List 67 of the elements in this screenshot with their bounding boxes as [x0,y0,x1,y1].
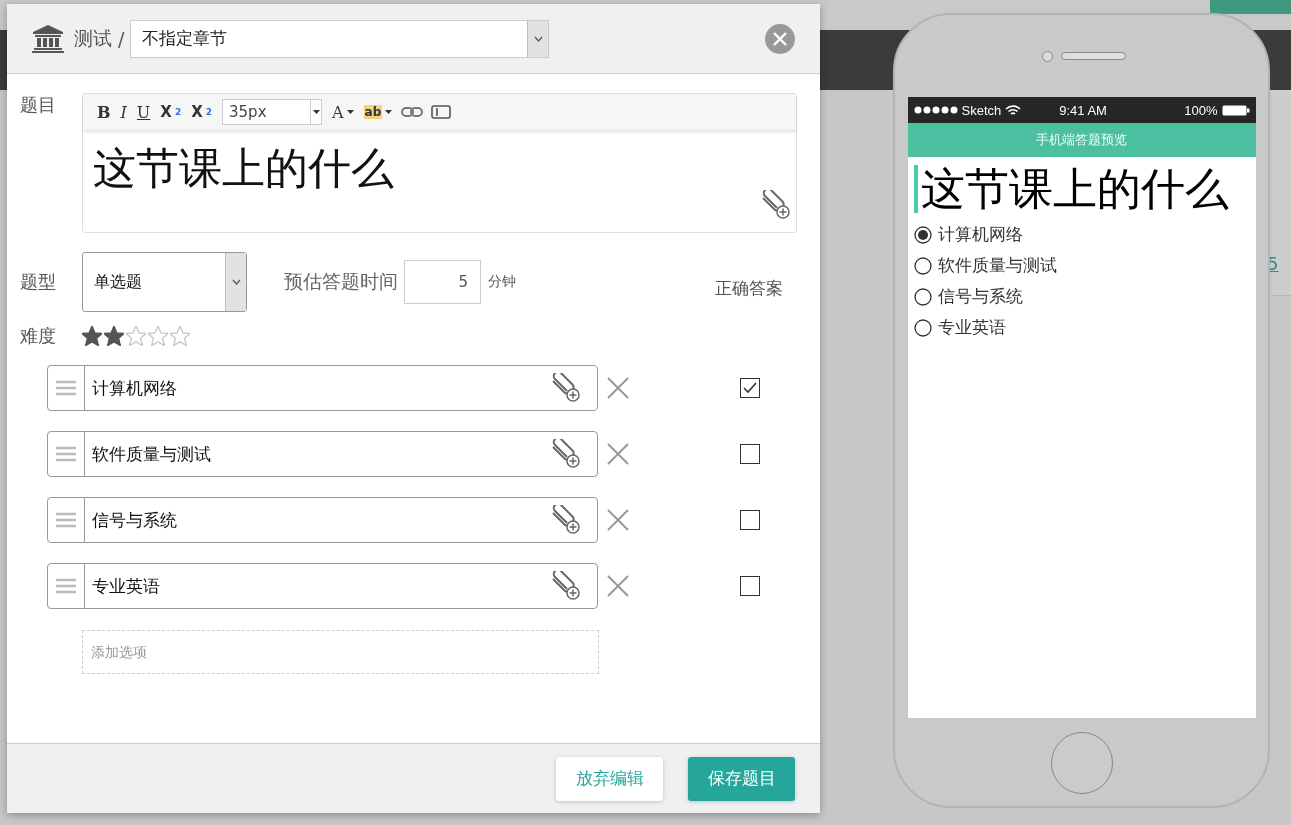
underline-button[interactable]: U [132,99,155,125]
preview-option: 计算机网络 [937,223,1023,247]
wifi-icon [1005,104,1022,116]
link-icon[interactable] [401,106,424,118]
time-input[interactable]: 5 [404,260,481,304]
option-field[interactable]: 专业英语 [47,563,598,609]
superscript-button[interactable]: X$^{2}$ [187,99,217,125]
source-icon[interactable] [431,105,452,119]
correct-checkbox[interactable] [740,576,760,596]
caret-icon [312,110,320,114]
preview-title: 手机端答题预览 [907,123,1256,157]
option-field[interactable]: 信号与系统 [47,497,598,543]
correct-answer-header: 正确答案 [715,276,783,300]
delete-icon[interactable] [606,574,630,598]
star-icon[interactable] [104,326,124,346]
question-text: 这节课上的什么 [93,143,394,193]
radio-button[interactable] [913,287,932,306]
caret-icon [346,110,354,114]
correct-checkbox[interactable] [740,378,760,398]
bold-button[interactable]: B [93,99,115,125]
preview-option: 信号与系统 [937,285,1023,309]
type-select[interactable]: 单选题 [82,252,247,312]
italic-button[interactable]: I [116,99,131,125]
correct-checkbox[interactable] [740,444,760,464]
difficulty-label: 难度 [20,324,57,348]
battery-icon [1221,104,1250,116]
close-icon[interactable] [772,30,788,47]
question-label: 题目 [20,93,57,117]
time-label: 预估答题时间 [284,269,398,294]
breadcrumb-separator: / [118,27,125,50]
time-unit: 分钟 [488,273,516,291]
radio-button[interactable] [913,318,932,337]
camera-icon [1042,50,1053,62]
highlight-button[interactable]: ab [359,99,397,125]
add-option-field[interactable]: 添加选项 [82,630,599,674]
star-icon[interactable] [82,326,102,346]
preview-question: 这节课上的什么 [913,165,1256,214]
chapter-select[interactable]: 不指定章节 [130,19,550,58]
carrier-text: Sketch [961,102,1002,118]
preview-option: 软件质量与测试 [937,254,1057,278]
radio-button[interactable] [913,225,932,244]
caret-icon [231,279,241,285]
type-label: 题型 [20,270,57,294]
difficulty-stars[interactable] [82,326,190,346]
option-field[interactable]: 计算机网络 [47,365,598,411]
drag-handle-icon[interactable] [56,512,76,528]
drag-handle-icon[interactable] [56,380,76,396]
caret-icon [533,35,543,42]
drag-handle-icon[interactable] [56,578,76,594]
clock-text: 9:41 AM [1059,102,1107,118]
drag-handle-icon[interactable] [56,446,76,462]
bank-icon [32,24,64,53]
speaker-icon [1061,52,1126,60]
font-size-select[interactable]: 35px [222,99,323,125]
delete-icon[interactable] [606,442,630,466]
option-field[interactable]: 软件质量与测试 [47,431,598,477]
signal-icon [913,106,958,114]
font-color-button[interactable]: A [328,99,358,125]
breadcrumb[interactable]: 测试 [74,25,112,52]
delete-icon[interactable] [606,508,630,532]
battery-text: 100% [1184,102,1218,118]
close-button[interactable] [765,23,795,54]
delete-icon[interactable] [606,376,630,400]
radio-button[interactable] [913,256,932,275]
caret-icon [385,110,393,114]
correct-checkbox[interactable] [740,510,760,530]
preview-option: 专业英语 [937,316,1006,340]
